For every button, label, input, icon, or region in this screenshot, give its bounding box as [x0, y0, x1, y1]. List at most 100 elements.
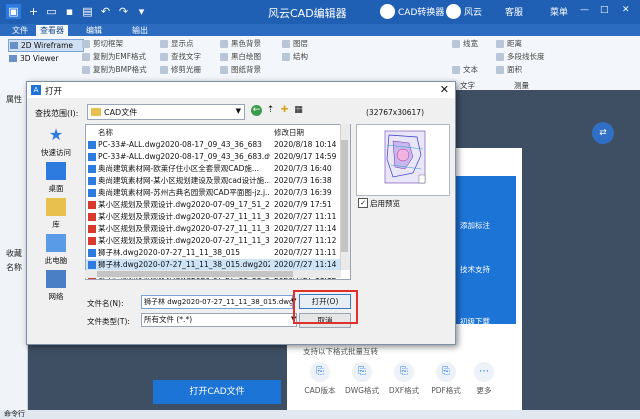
polyline-length-button[interactable]: 多段线长度	[496, 52, 545, 62]
file-list[interactable]: 名称 修改日期 PC-33#-ALL.dwg2020-08-17_09_43_3…	[85, 124, 351, 280]
format-pdf[interactable]: ⎘ PDF格式	[426, 362, 466, 396]
distance-button[interactable]: 距离	[496, 39, 522, 49]
back-icon[interactable]: ←	[251, 105, 262, 116]
file-name: 某小区规划及景观设计.dwg2020-07-27_11_11_3...	[98, 212, 270, 221]
cad-convert-link[interactable]: CAD转换器	[398, 5, 444, 18]
save-icon[interactable]: ▪	[62, 4, 77, 19]
new-folder-icon[interactable]: ✚	[279, 105, 290, 116]
strip-item-support[interactable]: 技术支持	[460, 264, 490, 275]
filetype-select[interactable]: 所有文件 (*.*)	[141, 313, 297, 327]
format-dwg[interactable]: ⎘ DWG格式	[342, 362, 382, 396]
file-date: 2020/7/27 11:14	[274, 224, 337, 233]
favorites-label[interactable]: 收藏	[6, 248, 22, 259]
file-row[interactable]: 奥尚建筑素材网-某小区规划建设及景观cad设计施... 2020/7/3 16:3…	[86, 175, 340, 187]
dialog-close-button[interactable]: ✕	[440, 83, 449, 97]
file-row[interactable]: 某小区规划及景观设计.dwg2020-07-27_11_11_3... 2020/…	[86, 223, 340, 235]
service-link[interactable]: 客服	[505, 5, 523, 18]
find-icon	[160, 53, 168, 61]
undo-icon[interactable]: ↶	[98, 4, 113, 19]
open-dialog: A 打开 ✕ 查找范围(I): CAD文件 ▼ ← ⇡ ✚ ▦ ★ 快速访问 桌面…	[26, 81, 456, 345]
sheet-bg-button[interactable]: 图纸背景	[220, 65, 261, 75]
cad-convert-icon[interactable]	[380, 4, 395, 19]
place-network[interactable]: 网络	[33, 270, 79, 302]
file-row[interactable]: 某小区规划及景观设计.dwg2020-07-27_11_11_3... 2020/…	[86, 235, 340, 247]
show-points-button[interactable]: 显示点	[160, 39, 194, 49]
dropdown-icon[interactable]: ▾	[134, 4, 149, 19]
strip-item-annotate[interactable]: 添加标注	[460, 220, 490, 231]
text-button[interactable]: 文本	[452, 65, 478, 75]
view-3d-viewer[interactable]: 3D Viewer	[8, 53, 82, 64]
tab-file[interactable]: 文件	[8, 25, 32, 36]
structure-button[interactable]: 结构	[282, 52, 308, 62]
place-label: 桌面	[48, 184, 64, 193]
place-quick-access[interactable]: ★ 快速访问	[33, 126, 79, 158]
format-label: DXF格式	[388, 386, 420, 395]
place-this-pc[interactable]: 此电脑	[33, 234, 79, 266]
find-text-button[interactable]: 查找文字	[160, 52, 201, 62]
cut-frame-button[interactable]: 剪切框架	[82, 39, 123, 49]
linewidth-button[interactable]: 线宽	[452, 39, 478, 49]
copy-emf-button[interactable]: 复制为EMF格式	[82, 52, 146, 62]
file-row[interactable]: 奥尚建筑素材网-苏州古典名园景观CAD平面图-jz.j... 2020/7/3 1…	[86, 187, 340, 199]
dxf-icon: ⎘	[394, 362, 414, 382]
file-row[interactable]: PC-33#-ALL.dwg2020-08-17_09_43_36_683.dw…	[86, 151, 340, 163]
format-cad-version[interactable]: ⎘ CAD版本	[300, 362, 340, 396]
structure-icon	[282, 53, 290, 61]
preview-image	[356, 124, 450, 196]
close-window-button[interactable]: ✕	[622, 5, 630, 15]
filetype-label: 文件类型(T):	[87, 317, 130, 326]
dwg-file-icon	[88, 177, 96, 185]
layers-button[interactable]: 图层	[282, 39, 308, 49]
format-more[interactable]: ⋯ 更多	[464, 362, 504, 396]
structure-label: 结构	[293, 52, 308, 61]
column-header-date[interactable]: 修改日期	[274, 127, 304, 138]
filename-input[interactable]: 狮子林 dwg2020-07-27_11_11_38_015.dwg	[141, 295, 293, 309]
file-name: 某小区规划及景观设计.dwg2020-07-27_11_11_3...	[98, 224, 270, 233]
file-row[interactable]: 某小区规划及景观设计.dwg2020-07-09_17_51_2... 2020/…	[86, 199, 340, 211]
copy-bmp-button[interactable]: 复制为BMP格式	[82, 65, 147, 75]
layers-icon	[282, 40, 290, 48]
share-icon[interactable]: ⇄	[592, 122, 614, 144]
file-row[interactable]: PC-33#-ALL.dwg2020-08-17_09_43_36_683 202…	[86, 139, 340, 151]
redo-icon[interactable]: ↷	[116, 4, 131, 19]
new-file-icon[interactable]: +	[26, 4, 41, 19]
area-button[interactable]: 面积	[496, 65, 522, 75]
network-icon	[46, 270, 66, 288]
view-2d-wireframe[interactable]: 2D Wireframe	[8, 39, 84, 52]
tab-edit[interactable]: 编辑	[82, 25, 106, 36]
bw-drawing-button[interactable]: 黑白绘图	[220, 52, 261, 62]
lookin-select[interactable]: CAD文件 ▼	[87, 104, 245, 120]
file-row[interactable]: 某小区规划及景观设计.dwg2020-07-27_11_11_3... 2020/…	[86, 211, 340, 223]
menu-link[interactable]: 菜单	[550, 5, 568, 18]
text-icon	[452, 66, 460, 74]
tab-viewer[interactable]: 查看器	[36, 25, 68, 36]
preview-checkbox[interactable]: ✓	[358, 198, 368, 208]
horizontal-scroll-thumb[interactable]	[97, 271, 293, 277]
file-row[interactable]: 狮子林.dwg2020-07-27_11_11_38_015 2020/7/27 …	[86, 247, 340, 259]
bw-drawing-label: 黑白绘图	[231, 52, 261, 61]
title-bar: ▣ + ▭ ▪ ▤ ↶ ↷ ▾ 风云CAD编辑器 CAD转换器 风云 客服 菜单…	[0, 0, 640, 24]
place-library[interactable]: 库	[33, 198, 79, 230]
tab-output[interactable]: 输出	[128, 25, 152, 36]
left-panel: 属性 收藏 名称	[0, 90, 28, 410]
black-bg-button[interactable]: 黑色背景	[220, 39, 261, 49]
command-line-label[interactable]: 命令行	[4, 410, 25, 418]
properties-label[interactable]: 属性	[6, 94, 22, 105]
column-header-name[interactable]: 名称	[98, 127, 113, 138]
up-folder-icon[interactable]: ⇡	[265, 105, 276, 116]
format-dxf[interactable]: ⎘ DXF格式	[384, 362, 424, 396]
download-badge[interactable]: 初级下载	[460, 316, 490, 327]
cad-version-icon: ⎘	[310, 362, 330, 382]
place-desktop[interactable]: 桌面	[33, 162, 79, 194]
file-row[interactable]: 奥尚建筑素材网-欧莱仔住小区全套景观CAD施... 2020/7/3 16:40	[86, 163, 340, 175]
vertical-scroll-thumb[interactable]	[341, 140, 348, 252]
open-folder-icon[interactable]: ▭	[44, 4, 59, 19]
minimize-button[interactable]: —	[580, 5, 589, 15]
trim-raster-button[interactable]: 修剪光栅	[160, 65, 201, 75]
maximize-button[interactable]: □	[600, 5, 609, 15]
file-name: 奥尚建筑素材网-苏州古典名园景观CAD平面图-jz.j...	[98, 188, 270, 197]
dwg-file-icon	[88, 261, 96, 269]
view-menu-icon[interactable]: ▦	[293, 105, 304, 116]
open-cad-button[interactable]: 打开CAD文件	[153, 380, 281, 404]
print-icon[interactable]: ▤	[80, 4, 95, 19]
